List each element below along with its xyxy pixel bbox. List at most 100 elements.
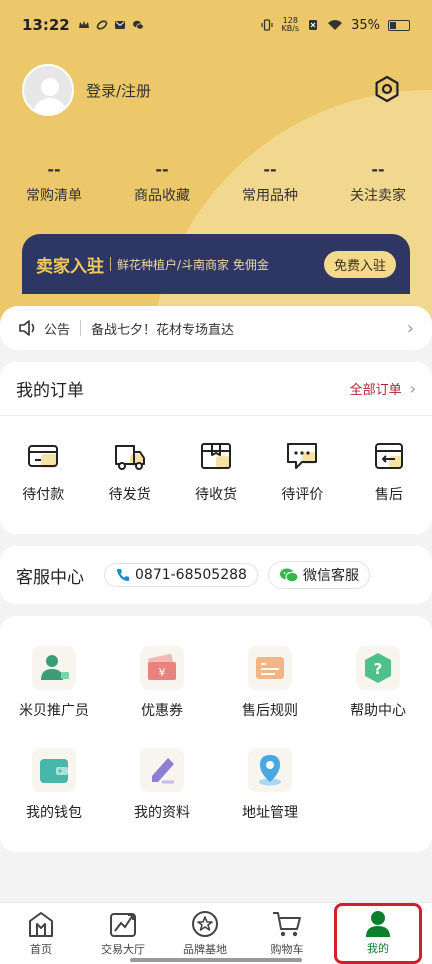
tools-card: 米贝推广员 ¥ 优惠券 售后规则 ? 帮助中心 我的钱包 我的资料 地址管理 [0,616,432,852]
tool-label: 帮助中心 [350,703,406,719]
chevron-right-icon[interactable]: › [410,379,416,398]
orders-title: 我的订单 [16,381,84,401]
stat-value: -- [47,160,61,179]
tool-label: 我的资料 [134,805,190,821]
home-icon [29,912,53,937]
trade-chart-icon [110,913,136,937]
mail-icon [114,21,125,29]
tool-label: 米贝推广员 [19,703,89,719]
settings-icon[interactable] [372,74,402,104]
tab-label: 品牌基地 [183,943,227,956]
comment-icon [287,443,318,469]
stat-label: 关注卖家 [350,188,406,204]
speaker-icon [19,320,35,336]
tool-address-management[interactable]: 地址管理 [216,748,324,822]
stat-label: 常用品种 [242,188,298,204]
all-orders-link[interactable]: 全部订单 [350,379,402,398]
crown-icon [78,21,89,28]
service-card: 客服中心 0871-68505288 微信客服 [0,546,432,604]
help-icon: ? [356,646,400,690]
svg-text:¥: ¥ [159,666,166,679]
promoter-icon [32,646,76,690]
phone-button[interactable]: 0871-68505288 [104,563,258,587]
tab-label: 购物车 [270,943,304,956]
tool-my-profile[interactable]: 我的资料 [108,748,216,822]
tab-cart[interactable]: 购物车 [246,903,328,964]
order-pending-receipt[interactable]: 待收货 [173,438,259,504]
order-pending-review[interactable]: 待评价 [259,438,345,504]
tool-label: 优惠券 [141,703,183,719]
order-pending-shipment[interactable]: 待发货 [86,438,172,504]
order-pending-payment[interactable]: 待付款 [0,438,86,504]
stat-label: 商品收藏 [134,188,190,204]
order-label: 待付款 [22,487,65,503]
notice-bar[interactable]: 公告 备战七夕！花材专场直达 › [0,306,432,350]
tool-coupon[interactable]: ¥ 优惠券 [108,646,216,720]
orders-status-row: 待付款 待发货 待收货 待评价 售后 [0,416,432,504]
stat-favorites[interactable]: -- 商品收藏 [108,160,216,205]
free-join-button[interactable]: 免费入驻 [323,250,396,278]
bottom-tab-bar: 首页 交易大厅 品牌基地 购物车 我的 [0,902,432,964]
cart-icon [273,912,301,937]
rules-icon [248,646,292,690]
order-label: 待评价 [281,487,324,503]
stat-common-varieties[interactable]: -- 常用品种 [216,160,324,205]
home-indicator[interactable] [130,958,302,962]
order-label: 待收货 [195,487,238,503]
divider [110,257,111,271]
tab-label: 首页 [30,943,52,956]
tool-label: 我的钱包 [26,805,82,821]
seller-description: 鲜花种植户/斗南商家 免佣金 [117,257,269,272]
tab-trading-hall[interactable]: 交易大厅 [82,903,164,964]
status-right: 128 KB/s 35% [261,17,410,33]
profile-edit-icon [140,748,184,792]
status-bar: 13:22 128 KB/s 35% [0,0,432,50]
wallet-icon [32,748,76,792]
login-register-link[interactable]: 登录/注册 [86,80,151,101]
stat-frequent-list[interactable]: -- 常购清单 [0,160,108,205]
header-curve-decoration [150,90,432,330]
avatar[interactable] [22,64,74,116]
wechat-service-button[interactable]: 微信客服 [267,561,370,589]
net-speed-unit: KB/s [281,24,300,33]
box-icon [201,443,232,469]
phone-number: 0871-68505288 [135,567,247,583]
profile-row[interactable]: 登录/注册 [22,64,151,116]
tool-help-center[interactable]: ? 帮助中心 [324,646,432,720]
user-icon [366,911,390,937]
stat-followed-sellers[interactable]: -- 关注卖家 [324,160,432,205]
seller-banner[interactable]: 卖家入驻 鲜花种植户/斗南商家 免佣金 免费入驻 [22,234,410,294]
battery-percent: 35% [351,17,380,33]
stat-value: -- [371,160,385,179]
tab-mine[interactable]: 我的 [334,903,422,964]
order-after-sales[interactable]: 售后 [346,438,432,504]
notice-text: 备战七夕！花材专场直达 [91,322,235,338]
net-speed: 128 KB/s [281,17,299,33]
no-sim-icon [309,20,318,30]
location-icon [248,748,292,792]
tool-label: 售后规则 [242,703,298,719]
phone-icon [117,569,129,581]
tab-label: 我的 [367,942,389,955]
order-label: 待发货 [108,487,151,503]
stat-label: 常购清单 [26,188,82,204]
vibrate-icon [261,19,274,31]
tool-my-wallet[interactable]: 我的钱包 [0,748,108,822]
wechat-small-icon [132,20,144,30]
brand-icon [192,911,218,937]
divider [80,320,82,336]
stats-row: -- 常购清单 -- 商品收藏 -- 常用品种 -- 关注卖家 [0,160,432,205]
tab-brand-base[interactable]: 品牌基地 [164,903,246,964]
wifi-icon [328,20,343,30]
orders-header: 我的订单 全部订单 › [0,362,432,416]
notice-label: 公告 [44,322,71,338]
order-label: 售后 [374,487,403,503]
service-title: 客服中心 [16,567,84,588]
tool-promoter[interactable]: 米贝推广员 [0,646,108,720]
coupon-icon: ¥ [140,646,184,690]
svg-text:?: ? [374,660,383,678]
return-icon [374,443,403,469]
tab-home[interactable]: 首页 [0,903,82,964]
tool-after-sales-rules[interactable]: 售后规则 [216,646,324,720]
seller-title: 卖家入驻 [36,256,104,277]
